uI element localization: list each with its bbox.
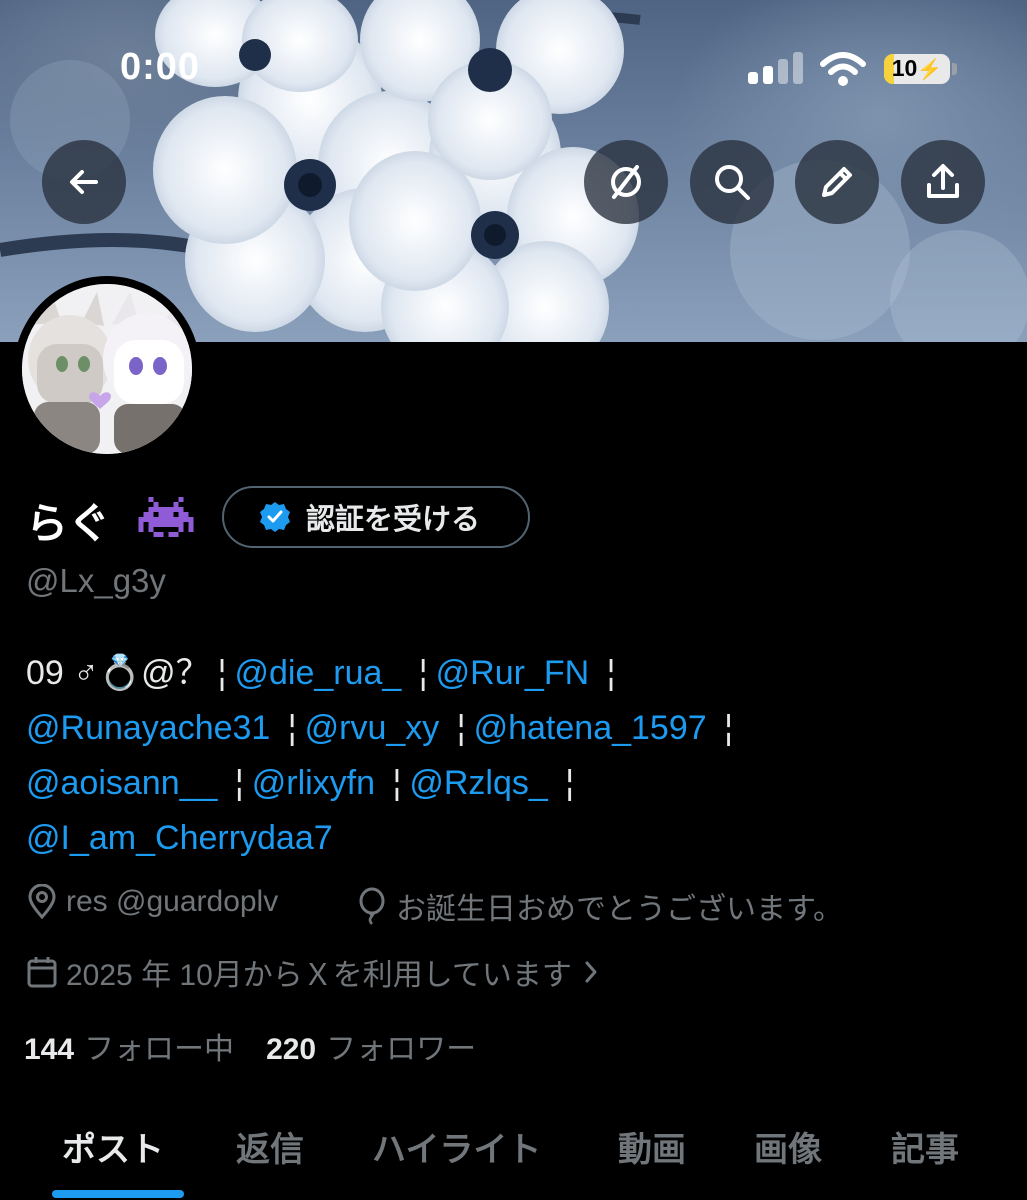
active-tab-indicator: [52, 1190, 184, 1198]
profile-tabs: ポスト 返信 ハイライト 動画 画像 記事: [0, 1110, 1027, 1200]
location-text: res @guardoplv: [66, 885, 279, 918]
bio-line: @Runayache31 ¦ @rvu_xy ¦ @hatena_1597 ¦: [26, 701, 1006, 756]
bio-mention-link[interactable]: @aoisann__: [26, 764, 217, 802]
tab-articles[interactable]: 記事: [891, 1122, 959, 1171]
bio-separator: ¦: [392, 764, 402, 802]
balloon-icon: [356, 887, 388, 925]
back-button[interactable]: [42, 140, 126, 224]
grok-icon: [611, 165, 641, 199]
avatar[interactable]: [14, 276, 200, 462]
birthday-row: お誕生日おめでとうございます。: [356, 884, 843, 928]
bio-separator: ¦: [565, 764, 575, 802]
following-count[interactable]: 144: [24, 1033, 74, 1067]
tab-videos[interactable]: 動画: [618, 1122, 686, 1171]
search-button[interactable]: [690, 140, 774, 224]
following-label[interactable]: フォロー中: [84, 1024, 234, 1068]
location-pin-icon: [26, 884, 58, 920]
bio-mention-link[interactable]: @Runayache31: [26, 709, 270, 747]
edit-button[interactable]: [795, 140, 879, 224]
calendar-icon: [26, 955, 58, 989]
bio-mention-link[interactable]: @rvu_xy: [305, 709, 440, 747]
bio-mention-link[interactable]: @die_rua_: [234, 654, 401, 692]
pencil-icon: [822, 167, 852, 197]
bio-separator: ¦: [606, 654, 616, 692]
bio-line: @aoisann__ ¦ @rlixyfn ¦ @Rzlqs_ ¦: [26, 756, 1006, 811]
battery-icon: 10⚡: [884, 54, 950, 84]
location-row: res @guardoplv: [26, 884, 278, 920]
get-verified-button[interactable]: 認証を受ける: [222, 486, 530, 548]
bio-separator: ¦: [287, 709, 297, 747]
bio-text: 09 ♂💍@？: [26, 654, 210, 692]
birthday-text: お誕生日おめでとうございます。: [396, 893, 843, 926]
chevron-right-icon: [580, 957, 602, 987]
bio-line: 09 ♂💍@？ ¦ @die_rua_ ¦ @Rur_FN ¦: [26, 646, 1006, 701]
get-verified-label: 認証を受ける: [306, 502, 481, 536]
verified-badge-icon: [260, 502, 290, 532]
battery-level: 10: [891, 55, 918, 81]
tab-images[interactable]: 画像: [754, 1122, 822, 1171]
bio-mention-link[interactable]: @I_am_Cherrydaa7: [26, 819, 333, 857]
bio-separator: ¦: [234, 764, 244, 802]
joined-row[interactable]: 2025 年 10月からＸを利用しています: [26, 950, 602, 994]
share-icon: [927, 164, 959, 198]
bio-separator: ¦: [724, 709, 733, 747]
tab-posts[interactable]: ポスト: [62, 1122, 164, 1171]
followers-label[interactable]: フォロワー: [326, 1024, 476, 1068]
arrow-left-icon: [70, 170, 98, 194]
bio-separator: ¦: [456, 709, 466, 747]
wifi-icon: [820, 52, 866, 86]
alien-monster-icon: [138, 497, 194, 537]
bio-mention-link[interactable]: @rlixyfn: [252, 764, 375, 802]
bio-separator: ¦: [418, 654, 428, 692]
tab-replies[interactable]: 返信: [236, 1122, 304, 1171]
grok-button[interactable]: [584, 140, 668, 224]
signal-icon: [748, 52, 804, 84]
follow-counts: 144 フォロー中 220 フォロワー: [24, 1024, 498, 1068]
bio-mention-link[interactable]: @hatena_1597: [474, 709, 707, 747]
avatar-image: [22, 284, 192, 454]
bio-mention-link[interactable]: @Rur_FN: [436, 654, 590, 692]
followers-count[interactable]: 220: [266, 1033, 316, 1067]
bio-line: @I_am_Cherrydaa7: [26, 811, 1006, 866]
bio-separator: ¦: [217, 654, 227, 692]
bio-mention-link[interactable]: @Rzlqs_: [409, 764, 547, 802]
profile-handle: @Lx_g3y: [26, 562, 166, 599]
profile-bio: 09 ♂💍@？ ¦ @die_rua_ ¦ @Rur_FN ¦ @Runayache31…: [26, 646, 1006, 866]
share-button[interactable]: [901, 140, 985, 224]
status-icons: 10⚡: [748, 52, 968, 86]
profile-name: らぐ: [26, 499, 111, 548]
joined-text: 2025 年 10月からＸを利用しています: [66, 959, 572, 992]
search-icon: [715, 165, 750, 200]
tab-highlights[interactable]: ハイライト: [372, 1122, 541, 1171]
status-time: 0:00: [120, 46, 201, 88]
